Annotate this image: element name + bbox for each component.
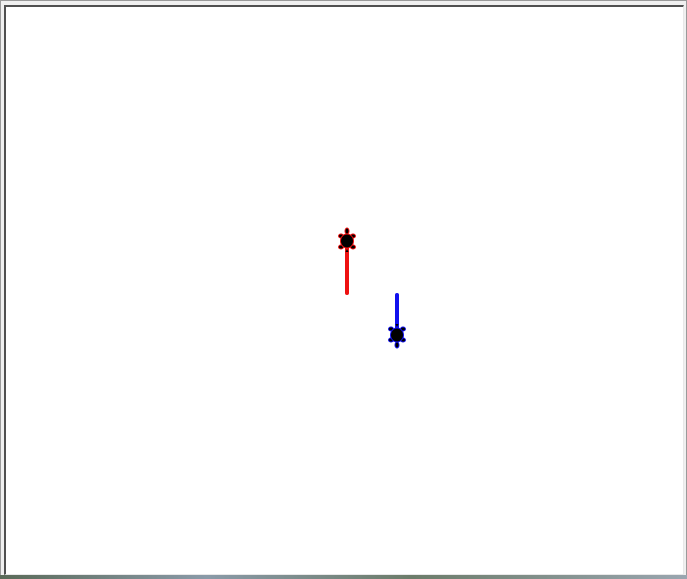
desktop-background: [0, 575, 687, 579]
drawing-canvas[interactable]: [4, 5, 684, 575]
turtle-graphics-window: [0, 0, 687, 577]
canvas-background: [6, 7, 683, 574]
canvas-svg: [6, 7, 683, 574]
